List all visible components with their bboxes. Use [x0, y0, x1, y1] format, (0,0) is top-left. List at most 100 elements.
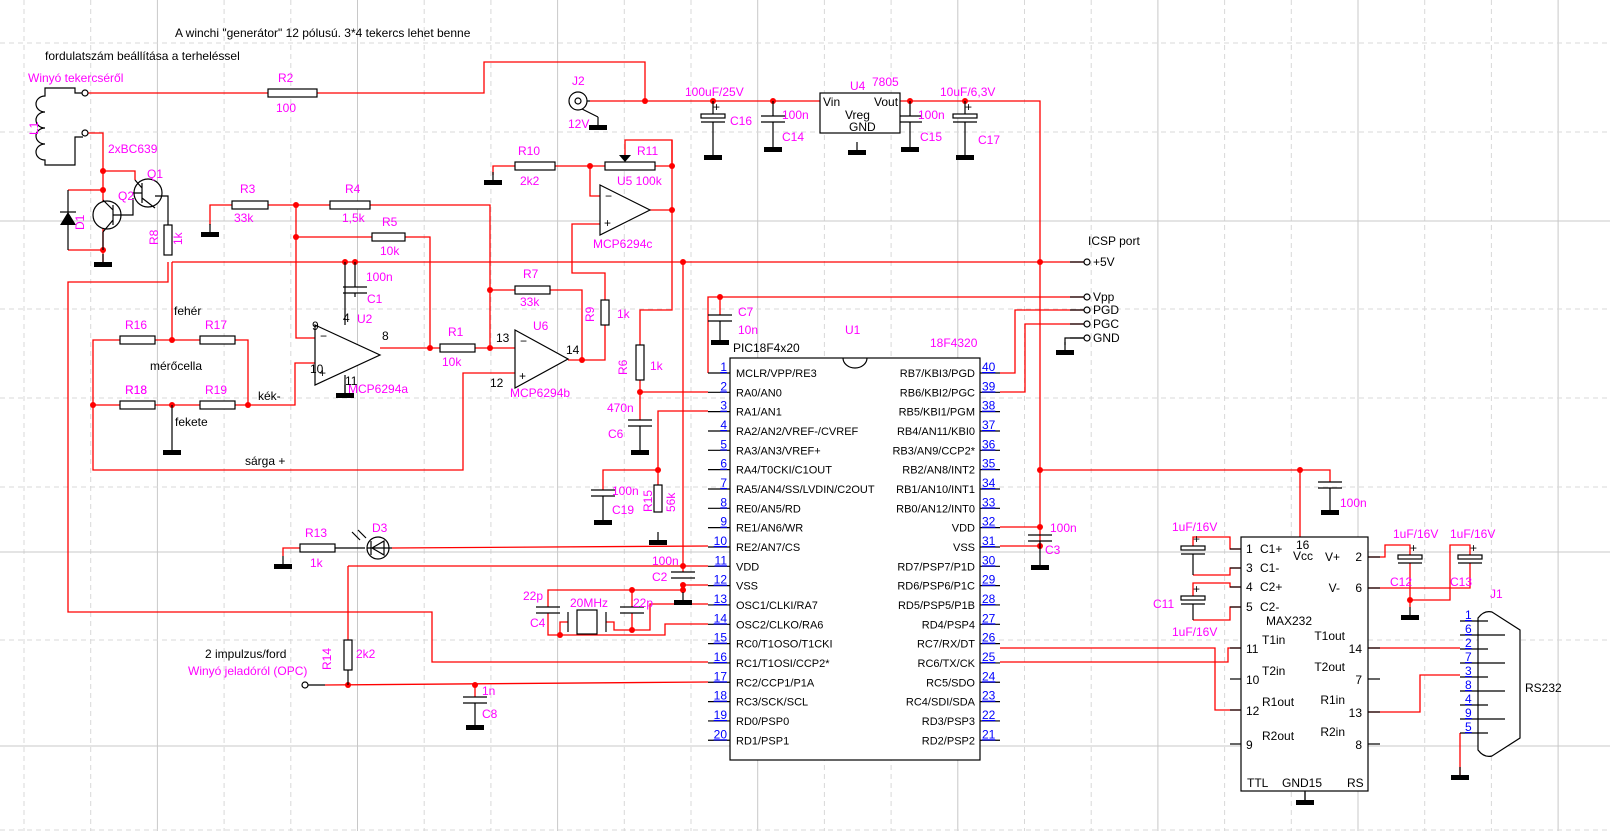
max232-pin-name: R2in — [1320, 725, 1345, 739]
label-r9-value: 1k — [617, 307, 631, 321]
icsp-terminal-icon — [1083, 320, 1091, 328]
label-c4-ref: C4 — [530, 616, 546, 630]
label-c_c1-value: 1uF/16V — [1172, 520, 1217, 534]
pic-pin-number: 7 — [720, 476, 727, 490]
terminal-icon — [81, 89, 89, 97]
label-r3-ref: R3 — [240, 182, 256, 196]
pic-pin-number: 33 — [982, 495, 996, 509]
label-u6-ref: U6 — [533, 319, 549, 333]
pic-pin-name: RA4/T0CKI/C1OUT — [736, 465, 832, 477]
resistor — [119, 335, 156, 345]
crystal-x1 — [576, 609, 598, 635]
plus-sign: + — [604, 216, 611, 230]
resistor — [231, 200, 269, 210]
pic-pin-name: RB6/KBI2/PGC — [900, 387, 975, 399]
ground-symbol — [163, 450, 181, 455]
label-c3-value: 100n — [1050, 521, 1077, 535]
ground-symbol — [711, 340, 729, 345]
capacitor-plate — [1457, 554, 1483, 560]
label-c17-ref: C17 — [978, 133, 1000, 147]
bridge-cell-label: mérőcella — [150, 359, 202, 373]
pic-family-label: PIC18F4x20 — [733, 341, 800, 355]
plus-sign: + — [519, 369, 526, 383]
label-c7-ref: C7 — [738, 305, 754, 319]
label-r5-value: 10k — [380, 244, 400, 258]
icsp-terminal-icon — [1083, 306, 1091, 314]
pic-pin-number: 3 — [720, 399, 727, 413]
wire — [391, 545, 709, 549]
wire — [1000, 323, 1085, 393]
plus-sign: + — [1193, 532, 1200, 546]
pic-pin-name: RE2/AN7/CS — [736, 542, 800, 554]
pic-pin-name: RE0/AN5/RD — [736, 503, 801, 515]
resistor — [653, 484, 663, 513]
label-c1-value: 100n — [366, 270, 393, 284]
max232-pin-number: 1 — [1246, 542, 1253, 556]
pic-pin-number: 11 — [715, 553, 728, 567]
pic-pin-number: 6 — [720, 457, 727, 471]
pic-pin-name: RD0/PSP0 — [736, 716, 789, 728]
capacitor-plate — [1397, 554, 1423, 560]
pic-pin-number: 13 — [714, 592, 728, 606]
max232-pin-number: 8 — [1355, 738, 1362, 752]
wire — [492, 165, 515, 175]
pic-pin-name: VDD — [736, 561, 759, 573]
label-c11-ref: C11 — [1153, 597, 1174, 611]
pic-pin-number: 29 — [982, 573, 996, 587]
max232-pin-number: 4 — [1246, 580, 1253, 594]
resistor — [267, 88, 318, 98]
junction-dot — [680, 563, 686, 569]
max232-pin-number: 11 — [1246, 642, 1259, 656]
pic-pin-name: RB7/KBI3/PGD — [900, 368, 975, 380]
pic-pin-name: RB4/AN11/KBI0 — [897, 426, 975, 438]
label-c8-ref: C8 — [482, 707, 498, 721]
label-c12-ref: C12 — [1390, 575, 1412, 589]
label-r8-ref: R8 — [147, 229, 161, 245]
capacitor-plate — [700, 113, 726, 119]
junction-dot — [169, 337, 175, 343]
max232-ttl-label: TTL — [1247, 776, 1269, 790]
minus-sign: − — [520, 334, 527, 348]
label-r13-ref: R13 — [305, 526, 327, 540]
label-c19-value: 100n — [612, 484, 639, 498]
pic-pin-number: 32 — [982, 515, 996, 529]
db9-name-label: RS232 — [1525, 681, 1562, 695]
plus-sign: + — [713, 100, 720, 114]
icsp-pin-label: GND — [1093, 331, 1120, 345]
junction-dot — [587, 163, 593, 169]
label-r14-value: 2k2 — [356, 647, 376, 661]
pic-pin-number: 30 — [982, 553, 996, 567]
pic-pin-name: OSC2/CLKO/RA6 — [736, 619, 823, 631]
label-r14-ref: R14 — [320, 648, 334, 670]
resistor — [119, 400, 156, 410]
pic-pin-name: RD1/PSP1 — [736, 735, 789, 747]
pic-pin-name: VSS — [736, 581, 758, 593]
label-r7-value: 33k — [520, 295, 540, 309]
max232-pin-number: 14 — [1349, 642, 1363, 656]
label-c15-ref: C15 — [920, 130, 942, 144]
max232-pin-name: R1out — [1262, 695, 1295, 709]
label-r10-value: 2k2 — [520, 174, 540, 188]
ground-symbol — [1321, 510, 1339, 515]
wire — [209, 204, 232, 225]
ground-symbol — [466, 725, 484, 730]
ground-symbol — [1296, 800, 1314, 805]
label-r8-value: 1k — [171, 231, 185, 245]
db9-pin-number: 9 — [1465, 706, 1472, 720]
pic-pin-number: 39 — [982, 379, 996, 393]
ground-symbol — [594, 520, 612, 525]
junction-dot — [100, 168, 106, 174]
opamp-pin-u6-noninv: 12 — [490, 376, 504, 390]
regulator-gnd-label: GND — [849, 120, 876, 134]
label-c8-value: 1n — [482, 684, 495, 698]
wire — [589, 166, 600, 197]
pic-pin-name: RD3/PSP3 — [922, 716, 975, 728]
icsp-terminal-icon — [1083, 258, 1091, 266]
wire — [103, 170, 136, 180]
pic-pin-name: RC4/SDI/SDA — [906, 697, 976, 709]
label-r16-ref: R16 — [125, 318, 147, 332]
pic-pin-number: 25 — [982, 650, 996, 664]
label-r1-ref: R1 — [448, 325, 464, 339]
pic-pin-number: 4 — [720, 418, 727, 432]
label-c11-value: 1uF/16V — [1172, 625, 1217, 639]
